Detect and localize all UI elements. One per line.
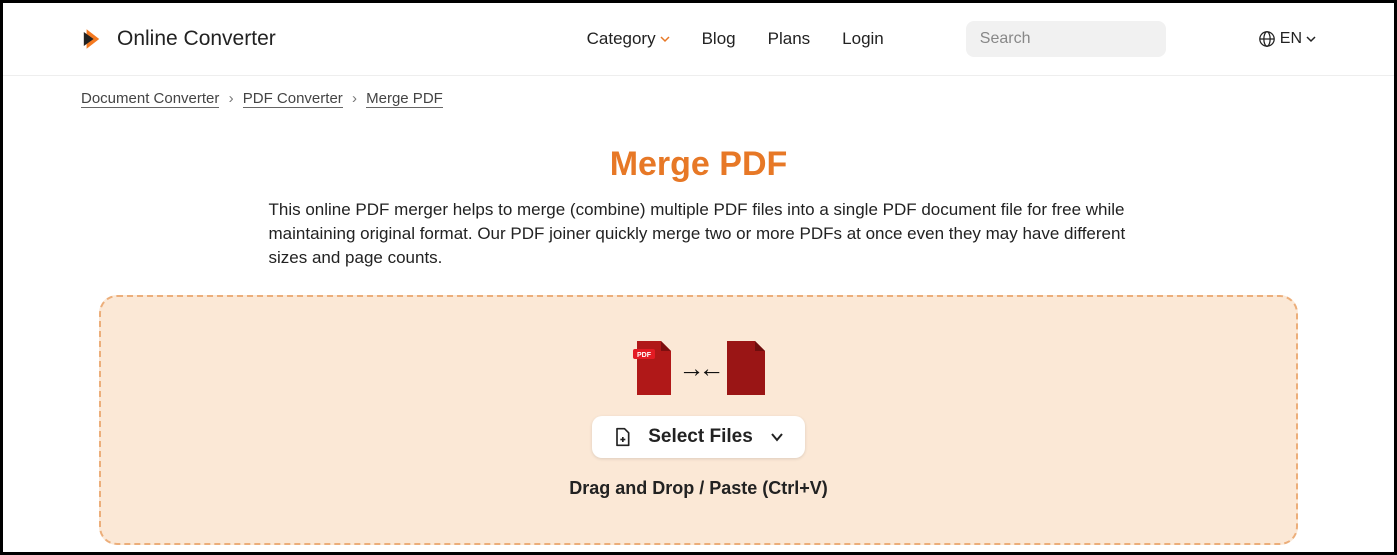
chevron-right-icon: › [352,90,357,107]
chevron-down-icon [660,34,670,44]
nav-category-label: Category [587,29,656,49]
nav-blog[interactable]: Blog [702,29,736,49]
dropzone[interactable]: PDF →← Select Files Drag and Drop [99,295,1298,545]
search-input[interactable] [980,30,1187,48]
brand-text: Online Converter [117,27,276,51]
page-title: Merge PDF [3,145,1394,184]
merge-illustration: PDF →← [633,341,765,395]
search-box[interactable] [966,21,1166,57]
brand-logo[interactable]: Online Converter [81,25,276,53]
file-plus-icon [612,427,632,447]
chevron-down-icon [1306,34,1316,44]
breadcrumb-level3[interactable]: Merge PDF [366,90,443,108]
svg-text:PDF: PDF [637,352,652,359]
chevron-right-icon: › [229,90,234,107]
language-label: EN [1280,30,1302,48]
nav-blog-label: Blog [702,29,736,49]
dropzone-container: PDF →← Select Files Drag and Drop [3,269,1394,545]
select-files-label: Select Files [648,426,753,448]
breadcrumb-level1[interactable]: Document Converter [81,90,219,108]
chevron-down-icon[interactable] [769,429,785,445]
breadcrumb: Document Converter › PDF Converter › Mer… [3,76,1394,121]
nav-login[interactable]: Login [842,29,884,49]
page-description: This online PDF merger helps to merge (c… [249,198,1149,269]
language-selector[interactable]: EN [1258,30,1316,48]
pdf-file-icon: PDF [633,341,671,395]
logo-icon [81,25,109,53]
globe-icon [1258,30,1276,48]
drag-drop-hint: Drag and Drop / Paste (Ctrl+V) [121,478,1276,499]
nav-login-label: Login [842,29,884,49]
nav: Category Blog Plans Login [587,21,1316,57]
nav-plans[interactable]: Plans [768,29,811,49]
header: Online Converter Category Blog Plans Log… [3,3,1394,76]
breadcrumb-level2[interactable]: PDF Converter [243,90,343,108]
pdf-file-icon [727,341,765,395]
nav-plans-label: Plans [768,29,811,49]
select-files-button[interactable]: Select Files [592,416,805,458]
nav-category[interactable]: Category [587,29,670,49]
merge-arrows-icon: →← [679,353,719,384]
